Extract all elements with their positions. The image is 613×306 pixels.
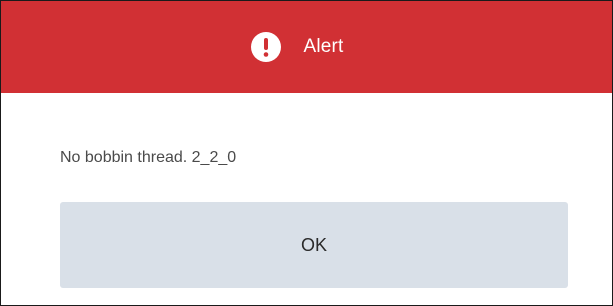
exclamation-glyph (264, 38, 269, 57)
ok-button[interactable]: OK (60, 202, 568, 288)
alert-dialog: Alert No bobbin thread. 2_2_0 OK (0, 0, 613, 306)
alert-message: No bobbin thread. 2_2_0 (60, 149, 237, 166)
dialog-header: Alert (1, 1, 612, 93)
ok-button-label: OK (300, 234, 327, 255)
dialog-title: Alert (303, 36, 344, 57)
exclamation-icon (251, 32, 282, 62)
